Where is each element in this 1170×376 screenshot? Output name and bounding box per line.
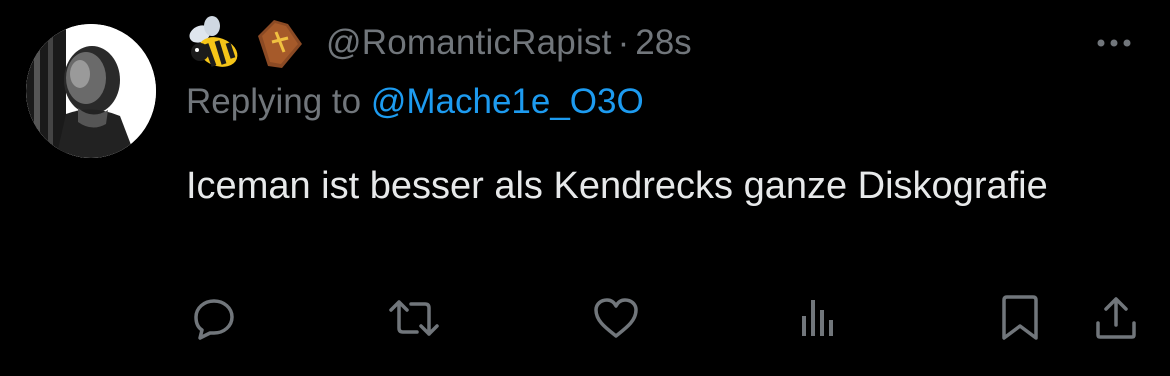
user-handle[interactable]: @RomanticRapist <box>326 23 612 63</box>
share-icon <box>1094 295 1138 341</box>
tweet[interactable]: @RomanticRapist · 28s Replying to @Mache… <box>0 0 1170 376</box>
reply-icon <box>192 296 236 340</box>
tweet-header: @RomanticRapist · 28s <box>186 14 692 72</box>
coffin-emoji-icon <box>248 14 306 72</box>
like-button[interactable] <box>588 290 644 346</box>
timestamp[interactable]: 28s <box>635 23 691 63</box>
views-button[interactable] <box>790 290 846 346</box>
replying-to: Replying to @Mache1e_O3O <box>186 82 644 122</box>
separator-dot: · <box>617 23 630 62</box>
views-icon <box>796 296 840 340</box>
like-icon <box>592 296 640 340</box>
avatar[interactable] <box>26 24 156 158</box>
retweet-button[interactable] <box>386 290 442 346</box>
bookmark-icon <box>998 294 1042 342</box>
reply-mention-link[interactable]: @Mache1e_O3O <box>371 82 644 121</box>
reply-button[interactable] <box>186 290 242 346</box>
bee-emoji-icon <box>186 14 244 72</box>
replying-prefix: Replying to <box>186 82 371 121</box>
tweet-text: Iceman ist besser als Kendrecks ganze Di… <box>186 165 1048 207</box>
retweet-icon <box>389 296 439 340</box>
share-button[interactable] <box>1088 290 1144 346</box>
more-options-icon[interactable] <box>1094 30 1134 56</box>
bookmark-button[interactable] <box>992 290 1048 346</box>
